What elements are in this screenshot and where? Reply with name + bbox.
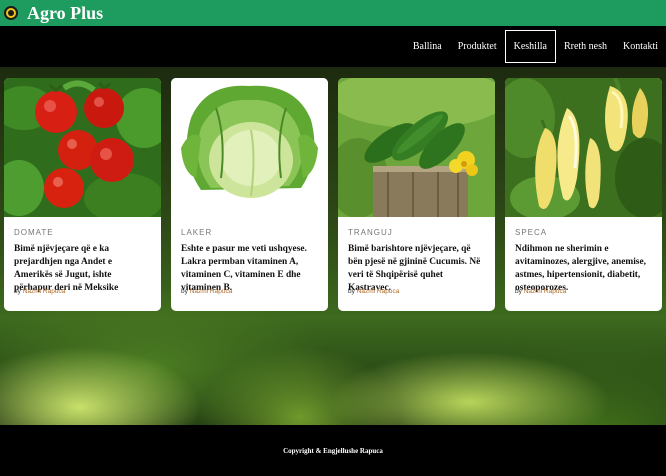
nav-item-rreth-nesh[interactable]: Rreth nesh: [556, 30, 615, 63]
peppers-photo: [505, 78, 662, 217]
card-byline: by Nazmi Rapuca: [14, 288, 65, 295]
card-tranguj[interactable]: TRANGUJ Bimë barishtore njëvjeçare, që b…: [338, 78, 495, 311]
author-link[interactable]: Nazmi Rapuca: [524, 288, 567, 295]
nav-item-keshilla[interactable]: Keshilla: [504, 30, 556, 63]
card-byline: by Nazmi Rapuca: [181, 288, 232, 295]
nav-item-produktet[interactable]: Produktet: [450, 30, 505, 63]
card-speca[interactable]: SPECA Ndihmon ne sherimin e avitaminozes…: [505, 78, 662, 311]
nav-item-ballina[interactable]: Ballina: [405, 30, 450, 63]
card-category: TRANGUJ: [348, 228, 393, 237]
card-description: Eshte e pasur me veti ushqyese. Lakra pe…: [181, 244, 307, 293]
card-byline: by Nazmi Rapuca: [348, 288, 399, 295]
byline-prefix: by: [14, 288, 21, 295]
card-description: Bimë barishtore njëvjeçare, që bën pjesë…: [348, 244, 481, 293]
card-description: Ndihmon ne sherimin e avitaminozes, aler…: [515, 244, 646, 293]
card-description: Bimë njëvjeçare që e ka prejardhjen nga …: [14, 244, 119, 293]
author-link[interactable]: Nazmi Rapuca: [190, 288, 233, 295]
brand-bar: Agro Plus: [0, 0, 666, 26]
nav-menu: Ballina Produktet Keshilla Rreth nesh Ko…: [405, 30, 666, 63]
navbar: Ballina Produktet Keshilla Rreth nesh Ko…: [0, 26, 666, 67]
byline-prefix: by: [515, 288, 522, 295]
cabbage-photo: [171, 78, 328, 217]
card-category: LAKER: [181, 228, 213, 237]
cucumbers-photo: [338, 78, 495, 217]
card-laker[interactable]: LAKER Eshte e pasur me veti ushqyese. La…: [171, 78, 328, 311]
byline-prefix: by: [181, 288, 188, 295]
card-domate[interactable]: DOMATE Bimë njëvjeçare që e ka prejardhj…: [4, 78, 161, 311]
logo-icon[interactable]: [4, 6, 18, 20]
card-byline: by Nazmi Rapuca: [515, 288, 566, 295]
byline-prefix: by: [348, 288, 355, 295]
card-category: DOMATE: [14, 228, 54, 237]
cards-grid: DOMATE Bimë njëvjeçare që e ka prejardhj…: [4, 78, 662, 311]
nav-item-kontakti[interactable]: Kontakti: [615, 30, 666, 63]
brand-title[interactable]: Agro Plus: [27, 3, 103, 24]
card-category: SPECA: [515, 228, 548, 237]
footer: Copyright & Engjellushe Rapuca: [0, 425, 666, 476]
tomatoes-photo: [4, 78, 161, 217]
author-link[interactable]: Nazmi Rapuca: [23, 288, 66, 295]
copyright-text: Copyright & Engjellushe Rapuca: [283, 446, 383, 455]
author-link[interactable]: Nazmi Rapuca: [357, 288, 400, 295]
